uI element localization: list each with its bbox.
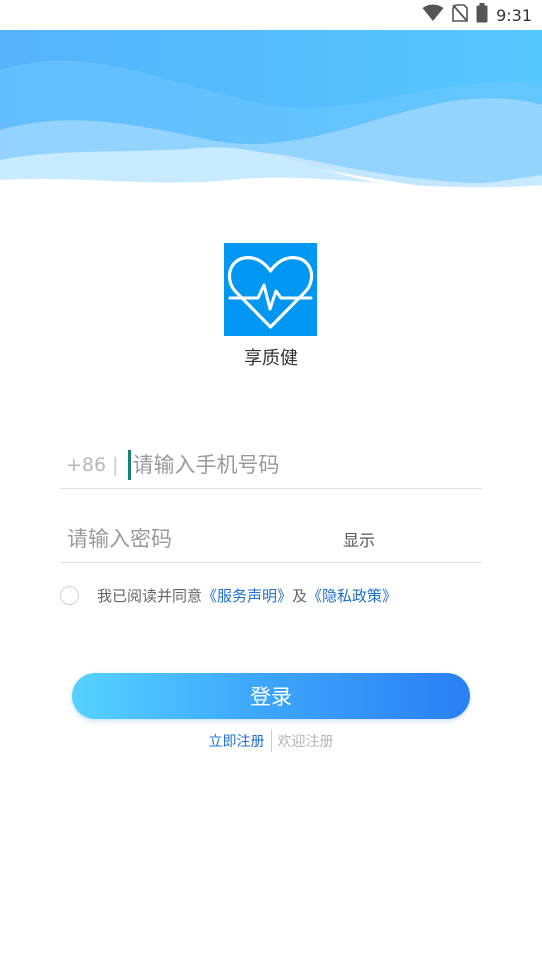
- welcome-text: 欢迎注册: [277, 734, 334, 750]
- no-sim-icon: [452, 4, 468, 26]
- status-icons: 9:31: [422, 3, 532, 27]
- agreement-and: 及: [292, 586, 308, 605]
- register-row: 立即注册 欢迎注册: [0, 730, 542, 752]
- phone-row: +86 |: [60, 442, 482, 489]
- heart-pulse-icon: [224, 256, 317, 340]
- wifi-icon: [422, 4, 444, 26]
- status-bar: 9:31: [0, 0, 542, 30]
- login-button[interactable]: 登录: [72, 673, 470, 719]
- clock: 9:31: [496, 5, 532, 25]
- country-code-divider: |: [112, 454, 119, 476]
- country-code[interactable]: +86: [60, 454, 106, 476]
- app-logo: [224, 243, 317, 336]
- phone-input[interactable]: [132, 445, 482, 485]
- app-name: 享质健: [244, 348, 298, 369]
- text-cursor: [127, 450, 131, 480]
- agreement-checkbox[interactable]: [60, 585, 79, 605]
- battery-icon: [476, 3, 488, 27]
- password-input[interactable]: [60, 518, 330, 559]
- agreement-prefix: 我已阅读并同意: [97, 586, 203, 605]
- show-password-toggle[interactable]: 显示: [343, 527, 375, 551]
- register-divider: [270, 730, 272, 752]
- privacy-policy-link[interactable]: 《隐私政策》: [307, 585, 397, 606]
- password-row: 显示: [60, 515, 482, 563]
- service-agreement-link[interactable]: 《服务声明》: [202, 585, 292, 606]
- agreement-row: 我已阅读并同意 《服务声明》 及 《隐私政策》: [60, 584, 500, 606]
- register-link[interactable]: 立即注册: [209, 731, 265, 751]
- header-wave-banner: [0, 30, 542, 195]
